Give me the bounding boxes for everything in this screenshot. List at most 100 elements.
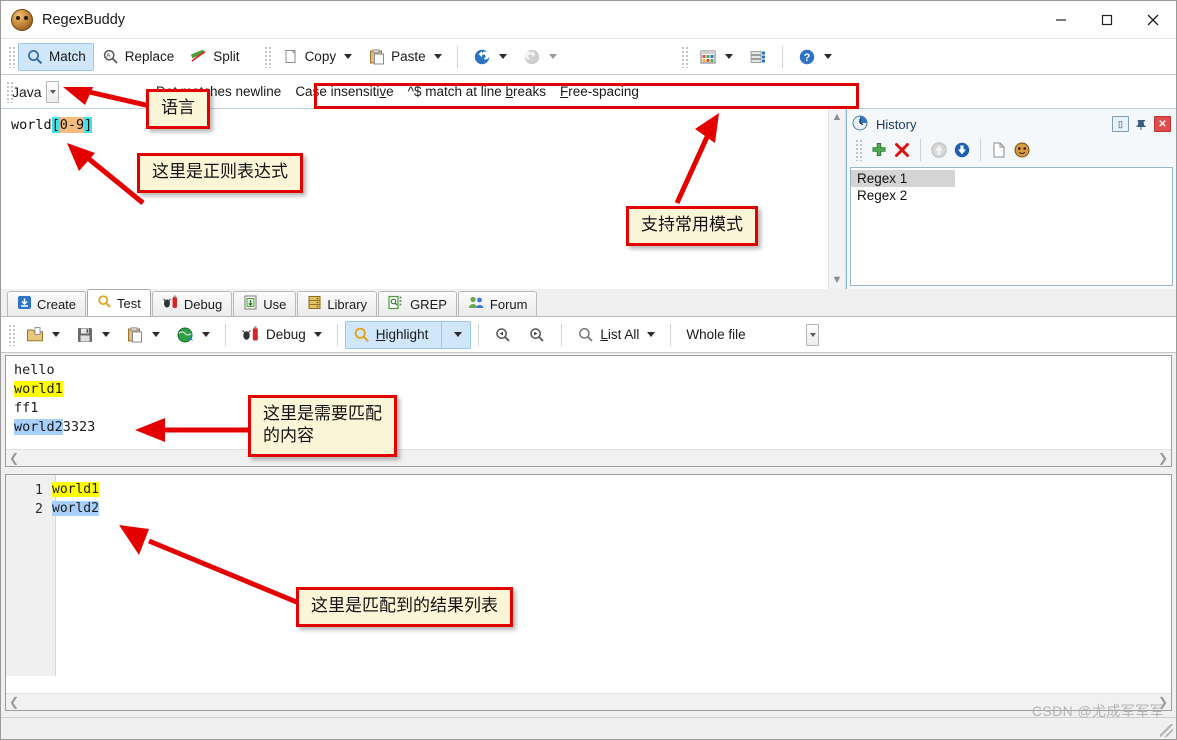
test-toolbar-grip[interactable] (8, 323, 15, 346)
undo-dropdown-caret[interactable] (498, 54, 507, 59)
highlight-dropdown-caret[interactable] (454, 332, 463, 337)
annotation-modes: 支持常用模式 (626, 206, 758, 246)
move-down-icon[interactable] (953, 141, 971, 159)
layout-dropdown-caret[interactable] (724, 54, 733, 59)
options-grip[interactable] (6, 80, 13, 103)
scroll-up-icon[interactable]: ▲ (832, 112, 843, 123)
test-toolbar-separator-3 (478, 323, 480, 346)
scroll-down-icon[interactable]: ▼ (832, 275, 843, 286)
paste-button[interactable]: Paste (360, 43, 450, 71)
history-pin-icon[interactable] (1133, 116, 1150, 132)
svg-text:?: ? (803, 52, 810, 64)
debug-button[interactable]: Debug (233, 321, 330, 349)
regex-literal-text: world (11, 117, 52, 133)
history-list[interactable]: Regex 1 Regex 2 (850, 167, 1173, 286)
highlight-label: Highlight (375, 327, 429, 342)
option-caret-dollar-line-breaks[interactable]: ^$ match at line breaks (408, 84, 546, 99)
subject-horizontal-scrollbar[interactable]: ❮ ❯ (6, 449, 1171, 466)
scope-spinner[interactable] (805, 323, 819, 346)
history-toolbar-grip[interactable] (855, 139, 862, 161)
history-toolbar-separator-1 (920, 139, 921, 161)
window-resize-grip[interactable] (1160, 724, 1173, 737)
redo-dropdown-caret[interactable] (548, 54, 557, 59)
scroll-left-icon[interactable]: ❮ (9, 451, 19, 465)
web-dropdown-caret[interactable] (202, 332, 210, 337)
regex-close-bracket: ] (84, 117, 93, 133)
tab-forum[interactable]: Forum (457, 291, 538, 316)
history-minimize-button[interactable]: ▯ (1112, 116, 1129, 132)
layout-icon (699, 48, 717, 66)
list-all-dropdown-caret[interactable] (647, 332, 656, 337)
tab-label: Create (37, 296, 77, 312)
new-document-icon[interactable] (990, 141, 1008, 159)
history-close-button[interactable]: ✕ (1154, 116, 1171, 132)
help-button[interactable]: ? (790, 43, 840, 71)
debug-dropdown-caret[interactable] (313, 332, 322, 337)
toolbar-grip-2[interactable] (263, 45, 271, 68)
undo-icon (473, 48, 491, 66)
scope-combo[interactable]: Whole file (678, 323, 753, 347)
option-case-insensitive[interactable]: Case insensitive (295, 84, 393, 99)
copy-icon (282, 48, 300, 66)
table-row[interactable]: 2 world2 (6, 499, 1171, 518)
history-item[interactable]: Regex 2 (851, 187, 1172, 204)
minimize-button[interactable] (1038, 1, 1084, 38)
tab-test[interactable]: Test (87, 289, 151, 316)
open-dropdown-caret[interactable] (52, 332, 60, 337)
main-tab-strip: Create Test Debug Use Library GREP Forum (1, 289, 1176, 317)
list-button[interactable] (741, 43, 775, 71)
scroll-left-icon[interactable]: ❮ (9, 695, 19, 709)
maximize-button[interactable] (1084, 1, 1130, 38)
delete-icon[interactable] (893, 141, 911, 159)
undo-button[interactable] (465, 43, 515, 71)
find-previous-button[interactable] (486, 321, 520, 349)
results-horizontal-scrollbar[interactable]: ❮ ❯ (6, 693, 1171, 710)
test-subject-text[interactable]: hello world1 ff1 world23323 (6, 356, 1171, 449)
paste-dropdown-caret[interactable] (433, 54, 442, 59)
paste-test-dropdown-caret[interactable] (152, 332, 160, 337)
replace-icon: A (102, 48, 120, 66)
split-button[interactable]: Split (182, 43, 247, 71)
move-up-icon[interactable] (930, 141, 948, 159)
scroll-right-icon[interactable]: ❯ (1158, 451, 1168, 465)
toolbar-grip[interactable] (8, 45, 15, 68)
svg-text:A: A (106, 53, 110, 59)
paste-test-button[interactable] (118, 321, 168, 349)
tab-library[interactable]: Library (297, 291, 378, 316)
window-title: RegexBuddy (42, 11, 126, 28)
replace-button[interactable]: A Replace (94, 43, 183, 71)
option-free-spacing[interactable]: Free-spacing (560, 84, 639, 99)
language-spinner[interactable] (45, 80, 59, 103)
regexbuddy-tiger-icon[interactable] (1013, 141, 1031, 159)
copy-button[interactable]: Copy (274, 43, 361, 71)
language-selector[interactable]: Java (12, 80, 140, 104)
results-body[interactable]: 1 world1 2 world2 (6, 475, 1171, 693)
tab-use[interactable]: Use (233, 291, 297, 316)
tab-grep[interactable]: GREP (378, 291, 457, 316)
regex-and-history-area: world[0-9] ▲ ▼ History ▯ ✕ Regex 1 Regex… (1, 109, 1176, 289)
regex-input[interactable]: world[0-9] (1, 109, 828, 289)
web-button[interactable] (168, 321, 218, 349)
regex-vertical-scrollbar[interactable]: ▲ ▼ (828, 109, 845, 289)
copy-dropdown-caret[interactable] (344, 54, 353, 59)
highlight-button[interactable]: Highlight (344, 320, 472, 349)
list-all-button[interactable]: List All (569, 321, 663, 349)
find-next-button[interactable] (520, 321, 554, 349)
redo-button[interactable] (515, 43, 565, 71)
toolbar-separator-2 (781, 45, 783, 68)
save-button[interactable] (68, 321, 118, 349)
save-dropdown-caret[interactable] (102, 332, 110, 337)
add-icon[interactable] (870, 141, 888, 159)
table-row[interactable]: 1 world1 (6, 480, 1171, 499)
close-button[interactable] (1130, 1, 1176, 38)
tab-create[interactable]: Create (7, 291, 87, 316)
tab-debug[interactable]: Debug (151, 291, 233, 316)
layout-button[interactable] (691, 43, 741, 71)
toolbar-grip-3[interactable] (680, 45, 688, 68)
annotation-language: 语言 (146, 89, 210, 129)
history-item[interactable]: Regex 1 (851, 170, 955, 187)
open-button[interactable] (18, 321, 68, 349)
help-dropdown-caret[interactable] (823, 54, 832, 59)
test-subject-pane: hello world1 ff1 world23323 ❮ ❯ (5, 355, 1172, 467)
match-button[interactable]: Match (18, 42, 94, 71)
